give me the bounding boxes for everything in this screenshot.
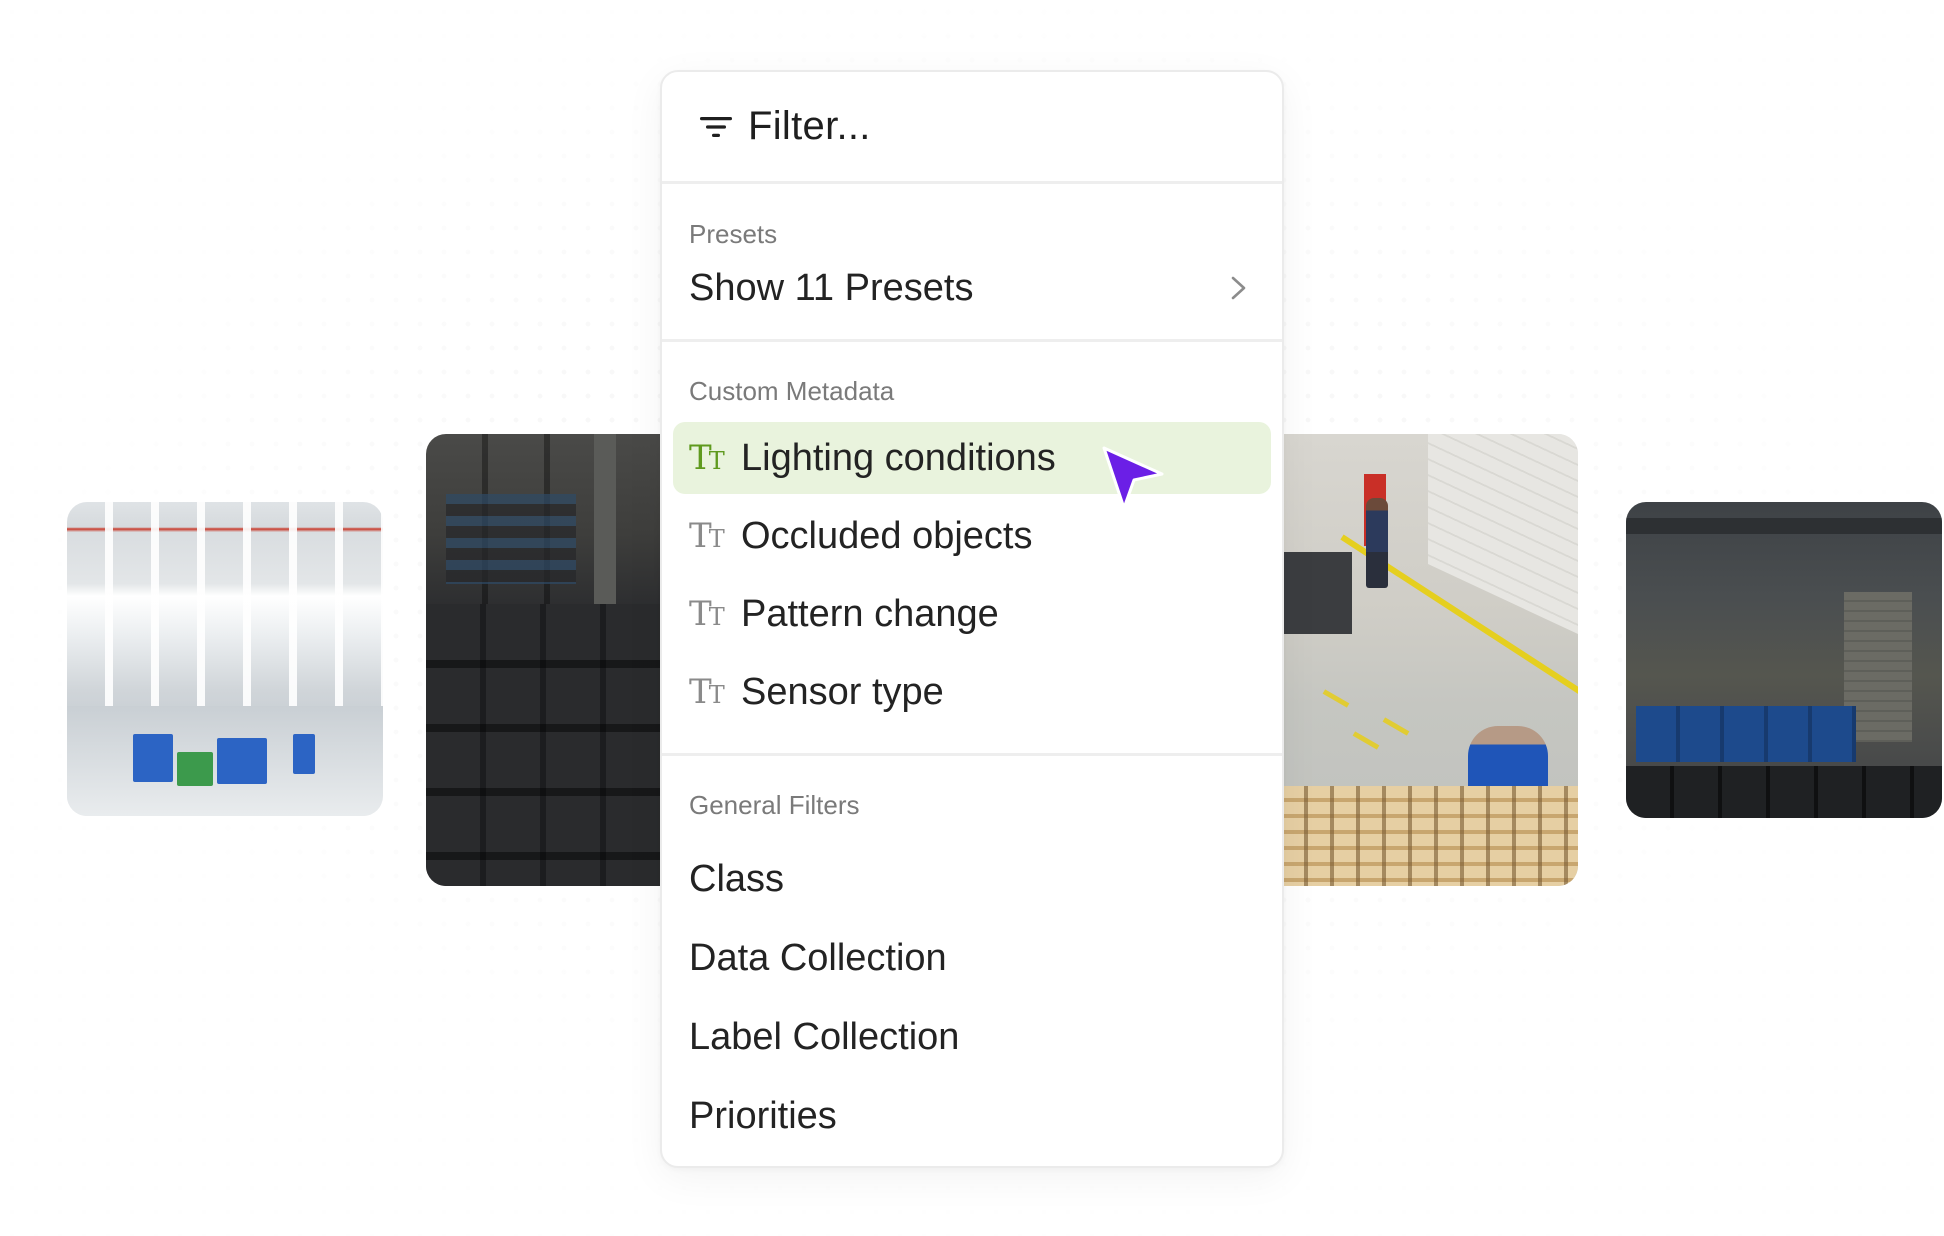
metadata-item-occluded-objects[interactable]: TT Occluded objects	[673, 500, 1271, 572]
metadata-item-label: Lighting conditions	[741, 436, 1056, 479]
presets-section: Presets Show 11 Presets	[662, 184, 1282, 342]
metadata-item-label: Sensor type	[741, 670, 944, 713]
general-filter-label: Data Collection	[689, 937, 947, 979]
text-type-icon: TT	[689, 438, 725, 478]
general-filter-priorities[interactable]: Priorities	[662, 1077, 1282, 1156]
thumbnail-warehouse-dim[interactable]	[1626, 502, 1942, 818]
custom-metadata-section: Custom Metadata TT Lighting conditions T…	[662, 342, 1282, 756]
general-filters-section-label: General Filters	[689, 790, 860, 820]
filter-search-header[interactable]: Filter...	[662, 72, 1282, 184]
metadata-item-pattern-change[interactable]: TT Pattern change	[673, 578, 1271, 650]
thumbnail-worker	[1366, 498, 1388, 588]
thumbnail-bins	[1636, 706, 1856, 762]
text-type-icon: TT	[689, 516, 725, 556]
general-filter-label: Class	[689, 858, 785, 900]
presets-section-label: Presets	[689, 219, 778, 249]
thumbnail-warehouse-bright[interactable]	[67, 502, 383, 816]
filter-dropdown: Filter... Presets Show 11 Presets Custom…	[660, 70, 1284, 1168]
general-filter-class[interactable]: Class	[662, 840, 1282, 919]
thumbnail-floor-marking	[1322, 689, 1350, 708]
thumbnail-shelf	[446, 494, 576, 584]
metadata-item-label: Occluded objects	[741, 514, 1033, 557]
custom-metadata-list: TT Lighting conditions TT Occluded objec…	[662, 422, 1282, 728]
text-type-icon: TT	[689, 594, 725, 634]
general-filters-list: Class Data Collection Label Collection P…	[662, 840, 1282, 1156]
general-filter-label: Label Collection	[689, 1016, 960, 1058]
general-filter-label-collection[interactable]: Label Collection	[662, 998, 1282, 1077]
filter-icon	[700, 116, 732, 137]
thumbnail-rack	[217, 738, 267, 784]
general-filter-data-collection[interactable]: Data Collection	[662, 919, 1282, 998]
cursor-pointer-icon	[1102, 446, 1164, 510]
general-filter-label: Priorities	[689, 1095, 837, 1137]
text-type-icon: TT	[689, 672, 725, 712]
thumbnail-rack	[133, 734, 173, 782]
thumbnail-rack	[177, 752, 213, 786]
thumbnail-crate	[1282, 552, 1352, 634]
thumbnail-floor-marking	[1352, 731, 1380, 750]
thumbnail-warehouse-workers[interactable]	[1282, 434, 1578, 886]
general-filters-section: General Filters Class Data Collection La…	[662, 756, 1282, 1156]
thumbnail-boxes	[426, 604, 686, 886]
thumbnail-beam	[1626, 518, 1942, 534]
thumbnail-crates	[1626, 766, 1942, 818]
custom-metadata-section-label: Custom Metadata	[689, 376, 895, 406]
thumbnail-floor-marking	[1382, 717, 1410, 736]
thumbnail-rack	[293, 734, 315, 774]
metadata-item-label: Pattern change	[741, 592, 999, 635]
filter-input-placeholder: Filter...	[748, 104, 871, 148]
chevron-right-icon	[1231, 276, 1246, 300]
metadata-item-lighting-conditions[interactable]: TT Lighting conditions	[673, 422, 1271, 494]
thumbnail-warehouse-dark[interactable]	[426, 434, 686, 886]
metadata-item-sensor-type[interactable]: TT Sensor type	[673, 656, 1271, 728]
thumbnail-pallets	[1282, 786, 1578, 886]
show-presets-label: Show 11 Presets	[689, 266, 974, 309]
show-presets-button[interactable]: Show 11 Presets	[662, 267, 1282, 309]
